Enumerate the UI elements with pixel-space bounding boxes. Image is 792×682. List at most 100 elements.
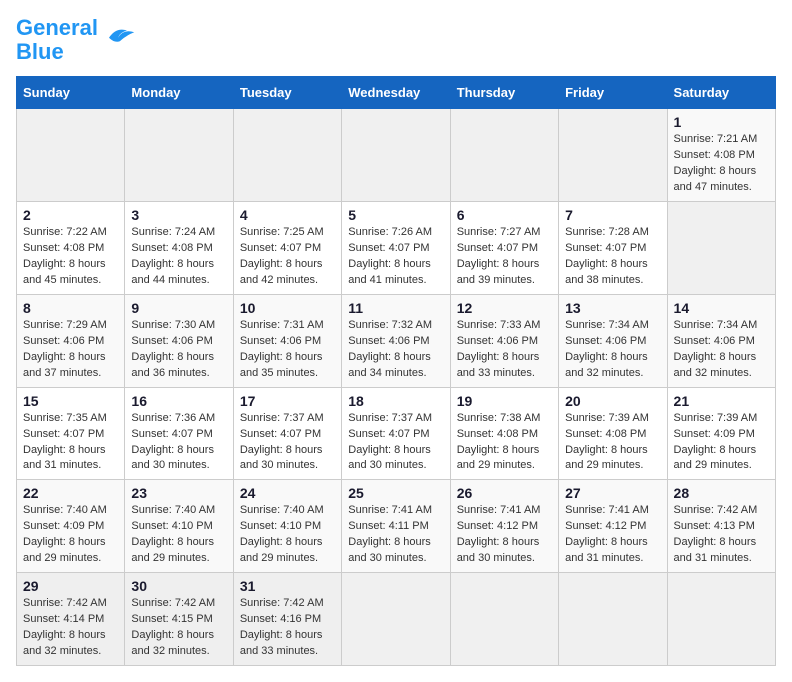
calendar-day-cell [667, 573, 775, 666]
calendar-day-cell: 19 Sunrise: 7:38 AMSunset: 4:08 PMDaylig… [450, 387, 558, 480]
calendar-day-cell: 21 Sunrise: 7:39 AMSunset: 4:09 PMDaylig… [667, 387, 775, 480]
day-info: Sunrise: 7:26 AMSunset: 4:07 PMDaylight:… [348, 225, 443, 289]
day-number: 5 [348, 207, 443, 223]
day-info: Sunrise: 7:39 AMSunset: 4:09 PMDaylight:… [674, 411, 769, 475]
logo-text: GeneralBlue [16, 16, 98, 64]
calendar-day-cell: 17 Sunrise: 7:37 AMSunset: 4:07 PMDaylig… [233, 387, 341, 480]
empty-cell [125, 109, 233, 202]
day-info: Sunrise: 7:42 AMSunset: 4:15 PMDaylight:… [131, 596, 226, 660]
day-info: Sunrise: 7:38 AMSunset: 4:08 PMDaylight:… [457, 411, 552, 475]
calendar-day-cell: 24 Sunrise: 7:40 AMSunset: 4:10 PMDaylig… [233, 480, 341, 573]
day-info: Sunrise: 7:30 AMSunset: 4:06 PMDaylight:… [131, 318, 226, 382]
col-header-tuesday: Tuesday [233, 77, 341, 109]
day-number: 22 [23, 485, 118, 501]
day-info: Sunrise: 7:40 AMSunset: 4:10 PMDaylight:… [240, 503, 335, 567]
calendar-day-cell: 3 Sunrise: 7:24 AMSunset: 4:08 PMDayligh… [125, 202, 233, 295]
day-number: 3 [131, 207, 226, 223]
day-number: 20 [565, 393, 660, 409]
calendar-day-cell: 10 Sunrise: 7:31 AMSunset: 4:06 PMDaylig… [233, 294, 341, 387]
day-info: Sunrise: 7:29 AMSunset: 4:06 PMDaylight:… [23, 318, 118, 382]
calendar-week-row: 2 Sunrise: 7:22 AMSunset: 4:08 PMDayligh… [17, 202, 776, 295]
day-number: 19 [457, 393, 552, 409]
empty-cell [17, 109, 125, 202]
day-number: 13 [565, 300, 660, 316]
calendar-day-cell [667, 202, 775, 295]
day-info: Sunrise: 7:40 AMSunset: 4:10 PMDaylight:… [131, 503, 226, 567]
day-number: 25 [348, 485, 443, 501]
calendar-day-cell [450, 573, 558, 666]
calendar-week-row: 22 Sunrise: 7:40 AMSunset: 4:09 PMDaylig… [17, 480, 776, 573]
calendar-day-cell: 12 Sunrise: 7:33 AMSunset: 4:06 PMDaylig… [450, 294, 558, 387]
day-number: 4 [240, 207, 335, 223]
calendar-day-cell: 29 Sunrise: 7:42 AMSunset: 4:14 PMDaylig… [17, 573, 125, 666]
calendar-table: SundayMondayTuesdayWednesdayThursdayFrid… [16, 76, 776, 666]
day-number: 28 [674, 485, 769, 501]
day-info: Sunrise: 7:24 AMSunset: 4:08 PMDaylight:… [131, 225, 226, 289]
calendar-day-cell: 23 Sunrise: 7:40 AMSunset: 4:10 PMDaylig… [125, 480, 233, 573]
calendar-week-row: 8 Sunrise: 7:29 AMSunset: 4:06 PMDayligh… [17, 294, 776, 387]
calendar-day-cell: 31 Sunrise: 7:42 AMSunset: 4:16 PMDaylig… [233, 573, 341, 666]
calendar-day-cell: 9 Sunrise: 7:30 AMSunset: 4:06 PMDayligh… [125, 294, 233, 387]
empty-cell [342, 109, 450, 202]
day-info: Sunrise: 7:27 AMSunset: 4:07 PMDaylight:… [457, 225, 552, 289]
col-header-sunday: Sunday [17, 77, 125, 109]
page-header: GeneralBlue [16, 16, 776, 64]
logo: GeneralBlue [16, 16, 136, 64]
day-number: 15 [23, 393, 118, 409]
calendar-day-cell: 25 Sunrise: 7:41 AMSunset: 4:11 PMDaylig… [342, 480, 450, 573]
day-number: 26 [457, 485, 552, 501]
day-number: 30 [131, 578, 226, 594]
calendar-day-cell: 22 Sunrise: 7:40 AMSunset: 4:09 PMDaylig… [17, 480, 125, 573]
col-header-thursday: Thursday [450, 77, 558, 109]
day-number: 2 [23, 207, 118, 223]
day-number: 24 [240, 485, 335, 501]
calendar-day-cell: 16 Sunrise: 7:36 AMSunset: 4:07 PMDaylig… [125, 387, 233, 480]
calendar-day-cell: 28 Sunrise: 7:42 AMSunset: 4:13 PMDaylig… [667, 480, 775, 573]
calendar-day-cell: 2 Sunrise: 7:22 AMSunset: 4:08 PMDayligh… [17, 202, 125, 295]
day-info: Sunrise: 7:41 AMSunset: 4:12 PMDaylight:… [565, 503, 660, 567]
day-info: Sunrise: 7:35 AMSunset: 4:07 PMDaylight:… [23, 411, 118, 475]
calendar-day-cell: 20 Sunrise: 7:39 AMSunset: 4:08 PMDaylig… [559, 387, 667, 480]
day-info: Sunrise: 7:41 AMSunset: 4:12 PMDaylight:… [457, 503, 552, 567]
calendar-day-cell: 4 Sunrise: 7:25 AMSunset: 4:07 PMDayligh… [233, 202, 341, 295]
day-number: 8 [23, 300, 118, 316]
calendar-day-cell: 30 Sunrise: 7:42 AMSunset: 4:15 PMDaylig… [125, 573, 233, 666]
day-number: 18 [348, 393, 443, 409]
day-info: Sunrise: 7:37 AMSunset: 4:07 PMDaylight:… [240, 411, 335, 475]
day-info: Sunrise: 7:21 AMSunset: 4:08 PMDaylight:… [674, 132, 769, 196]
calendar-day-cell: 27 Sunrise: 7:41 AMSunset: 4:12 PMDaylig… [559, 480, 667, 573]
empty-cell [450, 109, 558, 202]
day-number: 27 [565, 485, 660, 501]
day-info: Sunrise: 7:34 AMSunset: 4:06 PMDaylight:… [565, 318, 660, 382]
col-header-friday: Friday [559, 77, 667, 109]
day-number: 23 [131, 485, 226, 501]
day-info: Sunrise: 7:25 AMSunset: 4:07 PMDaylight:… [240, 225, 335, 289]
day-info: Sunrise: 7:40 AMSunset: 4:09 PMDaylight:… [23, 503, 118, 567]
calendar-week-row: 15 Sunrise: 7:35 AMSunset: 4:07 PMDaylig… [17, 387, 776, 480]
day-info: Sunrise: 7:22 AMSunset: 4:08 PMDaylight:… [23, 225, 118, 289]
logo-bird-icon [100, 25, 136, 45]
calendar-day-cell: 6 Sunrise: 7:27 AMSunset: 4:07 PMDayligh… [450, 202, 558, 295]
calendar-week-row: 1 Sunrise: 7:21 AMSunset: 4:08 PMDayligh… [17, 109, 776, 202]
day-info: Sunrise: 7:34 AMSunset: 4:06 PMDaylight:… [674, 318, 769, 382]
day-info: Sunrise: 7:31 AMSunset: 4:06 PMDaylight:… [240, 318, 335, 382]
col-header-wednesday: Wednesday [342, 77, 450, 109]
calendar-day-cell: 13 Sunrise: 7:34 AMSunset: 4:06 PMDaylig… [559, 294, 667, 387]
day-number: 6 [457, 207, 552, 223]
calendar-day-cell [342, 573, 450, 666]
empty-cell [559, 109, 667, 202]
day-info: Sunrise: 7:33 AMSunset: 4:06 PMDaylight:… [457, 318, 552, 382]
calendar-day-cell [559, 573, 667, 666]
calendar-day-cell: 15 Sunrise: 7:35 AMSunset: 4:07 PMDaylig… [17, 387, 125, 480]
day-number: 31 [240, 578, 335, 594]
calendar-day-cell: 14 Sunrise: 7:34 AMSunset: 4:06 PMDaylig… [667, 294, 775, 387]
day-number: 1 [674, 114, 769, 130]
day-info: Sunrise: 7:42 AMSunset: 4:16 PMDaylight:… [240, 596, 335, 660]
day-number: 7 [565, 207, 660, 223]
calendar-day-cell: 26 Sunrise: 7:41 AMSunset: 4:12 PMDaylig… [450, 480, 558, 573]
day-info: Sunrise: 7:41 AMSunset: 4:11 PMDaylight:… [348, 503, 443, 567]
day-info: Sunrise: 7:42 AMSunset: 4:13 PMDaylight:… [674, 503, 769, 567]
calendar-day-cell: 8 Sunrise: 7:29 AMSunset: 4:06 PMDayligh… [17, 294, 125, 387]
day-number: 21 [674, 393, 769, 409]
day-info: Sunrise: 7:37 AMSunset: 4:07 PMDaylight:… [348, 411, 443, 475]
